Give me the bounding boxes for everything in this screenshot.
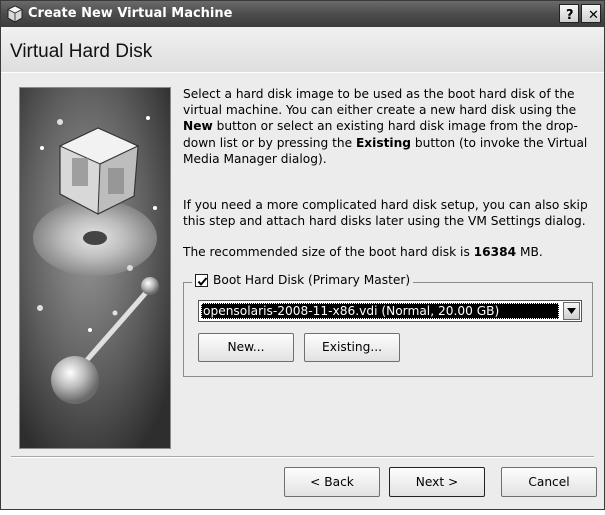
dropdown-button[interactable] <box>563 302 580 320</box>
chevron-down-icon <box>567 308 576 314</box>
header-divider <box>1 72 604 73</box>
wizard-side-image <box>19 87 171 449</box>
boot-hard-disk-checkbox[interactable]: Boot Hard Disk (Primary Master) <box>192 273 414 287</box>
hard-disk-dropdown[interactable]: opensolaris-2008-11-x86.vdi (Normal, 20.… <box>198 300 582 322</box>
cancel-button[interactable]: Cancel <box>501 467 597 497</box>
close-button[interactable]: ✕ <box>581 4 601 23</box>
description-paragraph-1: Select a hard disk image to be used as t… <box>183 87 588 166</box>
recommended-size-text: The recommended size of the boot hard di… <box>183 245 543 259</box>
page-title: Virtual Hard Disk <box>10 41 153 62</box>
back-button[interactable]: < Back <box>284 467 380 497</box>
description-paragraph-2: If you need a more complicated hard disk… <box>183 198 588 229</box>
window-title: Create New Virtual Machine <box>28 6 233 21</box>
selected-hard-disk[interactable]: opensolaris-2008-11-x86.vdi (Normal, 20.… <box>201 303 559 319</box>
checkbox[interactable] <box>195 273 208 287</box>
boot-hard-disk-label: Boot Hard Disk (Primary Master) <box>213 273 411 287</box>
wizard-window: Create New Virtual Machine ? ✕ Virtual H… <box>0 0 605 510</box>
checkmark-icon <box>197 276 208 286</box>
wizard-header: Virtual Hard Disk <box>1 27 604 73</box>
help-button[interactable]: ? <box>559 4 579 23</box>
virtualbox-icon <box>6 5 24 23</box>
next-button[interactable]: Next > <box>389 467 485 497</box>
recommended-size-value: 16384 <box>473 245 517 259</box>
new-disk-button[interactable]: New... <box>198 333 294 362</box>
footer-separator <box>11 456 594 458</box>
title-bar[interactable]: Create New Virtual Machine ? ✕ <box>1 1 604 27</box>
boot-hard-disk-group: Boot Hard Disk (Primary Master) opensola… <box>183 273 593 377</box>
existing-disk-button[interactable]: Existing... <box>304 333 400 362</box>
